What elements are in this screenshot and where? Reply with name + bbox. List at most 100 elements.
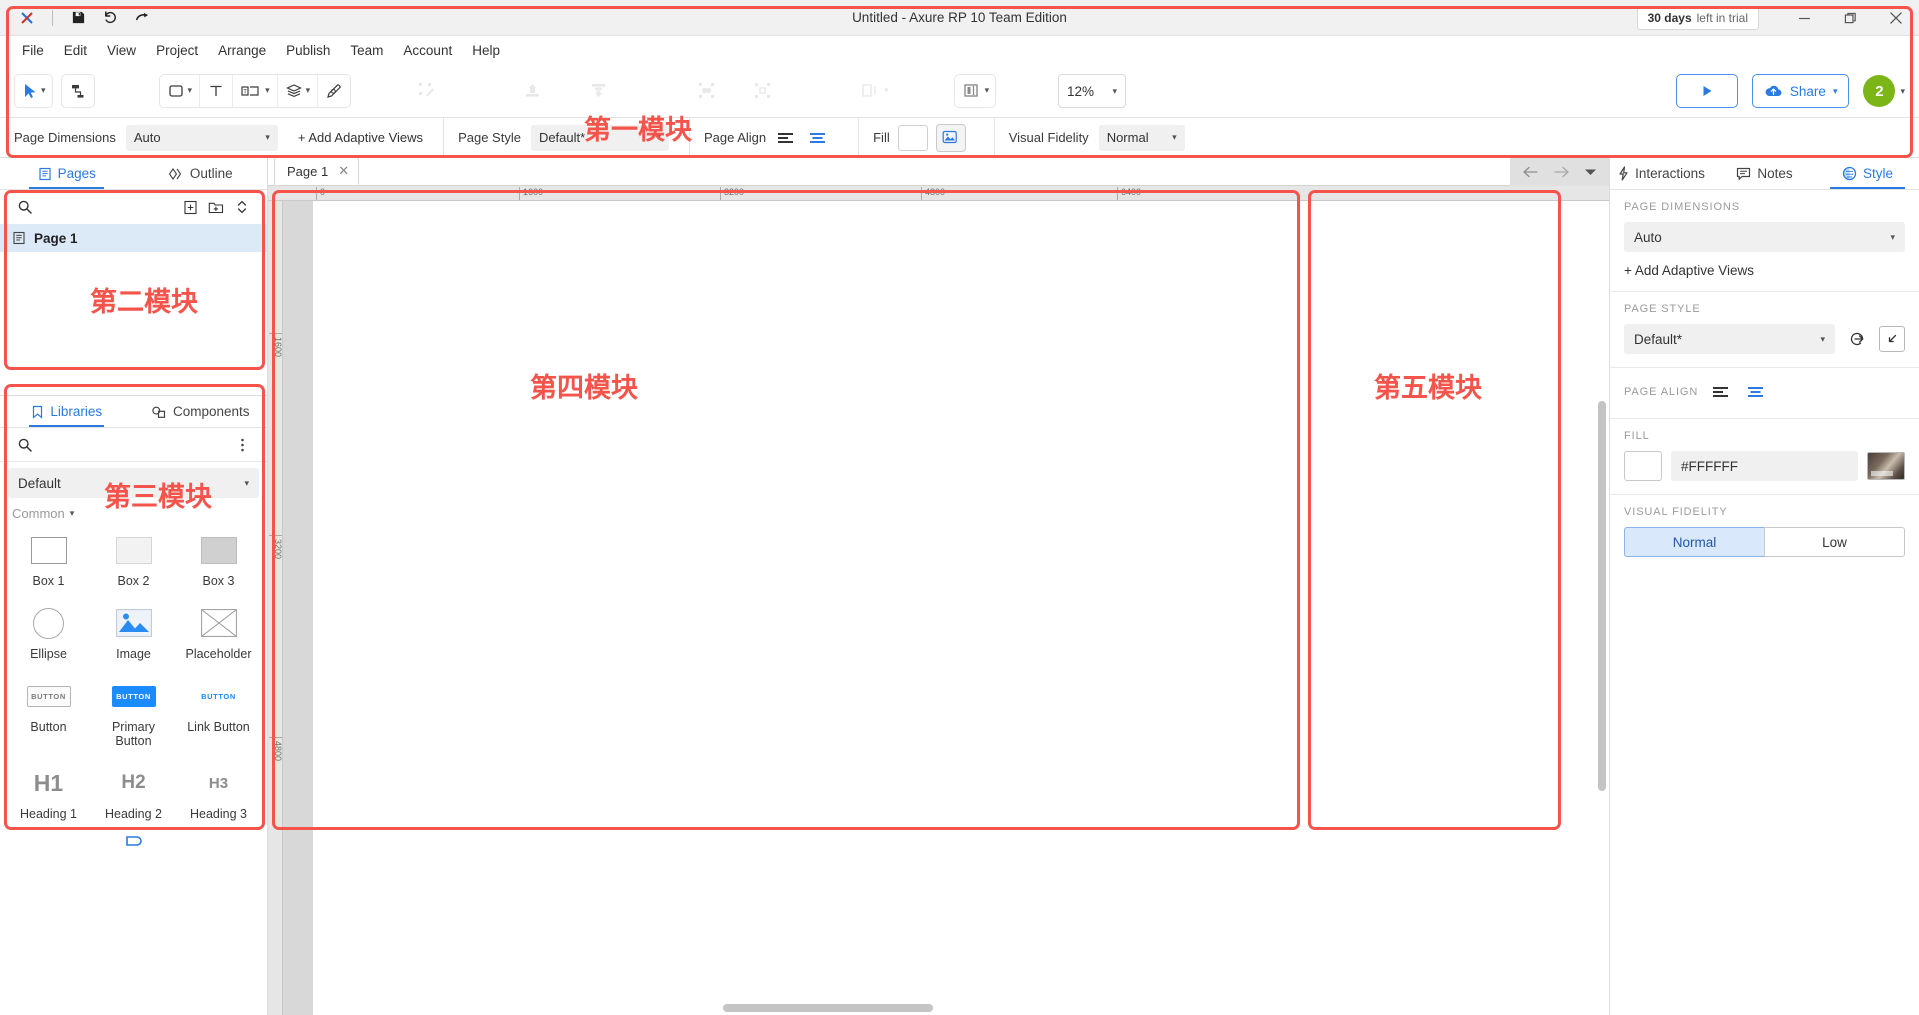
widget-button[interactable]: BUTTON Button [6, 671, 91, 754]
chevron-down-icon[interactable]: ▾ [985, 86, 990, 95]
align-top-tool-button[interactable] [515, 73, 550, 108]
fill-hex-input[interactable]: #FFFFFF [1671, 451, 1858, 481]
widget-box-2[interactable]: Box 2 [91, 525, 176, 594]
chevron-down-icon[interactable]: ▾ [1833, 86, 1838, 96]
menu-edit[interactable]: Edit [54, 39, 97, 62]
add-folder-icon[interactable] [203, 195, 229, 219]
share-button[interactable]: Share ▾ [1751, 74, 1850, 108]
chevron-down-icon[interactable]: ▾ [656, 133, 661, 142]
pen-tool-button[interactable] [318, 75, 350, 107]
library-select[interactable]: Default ▾ [8, 468, 259, 498]
align-left-icon[interactable] [1707, 379, 1733, 405]
menu-team[interactable]: Team [340, 39, 393, 62]
menu-view[interactable]: View [97, 39, 146, 62]
account-menu[interactable]: 2 ▾ [1863, 75, 1905, 107]
tab-libraries[interactable]: Libraries [0, 396, 134, 427]
chevron-down-icon[interactable]: ▾ [265, 86, 270, 95]
widget-heading-2[interactable]: H2 Heading 2 [91, 758, 176, 827]
tab-style[interactable]: Style [1816, 158, 1919, 189]
menu-publish[interactable]: Publish [276, 39, 340, 62]
menu-account[interactable]: Account [393, 39, 462, 62]
list-item[interactable]: Page 1 [0, 224, 267, 252]
widget-box-1[interactable]: Box 1 [6, 525, 91, 594]
group-tool-button[interactable] [689, 73, 724, 108]
menu-file[interactable]: File [12, 39, 54, 62]
undo-icon[interactable] [95, 5, 125, 31]
nav-forward-icon[interactable] [1553, 166, 1570, 178]
save-icon[interactable] [63, 5, 93, 31]
chevron-down-icon[interactable]: ▾ [244, 478, 249, 488]
form-field-tool-button[interactable]: T ▾ [233, 74, 278, 107]
canvas-page-surface[interactable] [313, 201, 1609, 1015]
menu-help[interactable]: Help [462, 39, 510, 62]
page-dimensions-select[interactable]: Auto ▾ [1624, 222, 1905, 252]
menu-arrange[interactable]: Arrange [208, 39, 276, 62]
close-button[interactable] [1873, 0, 1919, 36]
maximize-button[interactable] [1827, 0, 1873, 36]
chevron-down-icon[interactable]: ▾ [1820, 334, 1825, 344]
preview-button[interactable] [1675, 74, 1738, 108]
align-center-icon[interactable] [1742, 379, 1768, 405]
chevron-down-icon[interactable]: ▾ [306, 86, 311, 95]
avatar[interactable]: 2 [1863, 75, 1896, 107]
widget-image[interactable]: Image [91, 598, 176, 667]
align-bottom-tool-button[interactable] [581, 73, 616, 108]
tab-notes[interactable]: Notes [1713, 158, 1816, 189]
axure-logo-icon[interactable] [12, 5, 42, 31]
connector-tool-button[interactable] [60, 73, 95, 108]
shape-tool-button[interactable]: ▾ [160, 74, 201, 107]
more-options-icon[interactable] [229, 433, 255, 457]
chevron-down-icon[interactable]: ▾ [1112, 86, 1117, 96]
fill-image-icon[interactable] [935, 123, 966, 152]
fidelity-option-low[interactable]: Low [1764, 527, 1905, 557]
trial-badge[interactable]: 30 days left in trial [1636, 6, 1759, 30]
spacing-tool-button[interactable]: ▾ [953, 73, 997, 108]
add-page-icon[interactable] [177, 195, 203, 219]
chevron-down-icon[interactable]: ▾ [1172, 133, 1177, 142]
widget-ellipse[interactable]: Ellipse [6, 598, 91, 667]
widget-heading-1[interactable]: H1 Heading 1 [6, 758, 91, 827]
pick-style-icon[interactable] [1879, 326, 1905, 352]
select-tool-button[interactable]: ▾ [14, 73, 53, 108]
chevron-down-icon[interactable]: ▾ [70, 509, 75, 518]
canvas-vertical-scrollbar[interactable] [1598, 401, 1606, 791]
zoom-level-select[interactable]: 12% ▾ [1058, 74, 1126, 108]
chevron-down-icon[interactable]: ▾ [1890, 232, 1895, 242]
visual-fidelity-select[interactable]: Normal ▾ [1098, 124, 1185, 151]
distribute-tool-button[interactable]: ▾ [853, 73, 896, 108]
fill-color-swatch[interactable] [1624, 451, 1662, 481]
widget-placeholder[interactable]: Placeholder [176, 598, 261, 667]
page-style-select[interactable]: Default* ▾ [1624, 324, 1835, 354]
minimize-button[interactable] [1781, 0, 1827, 36]
chevron-down-icon[interactable]: ▾ [884, 86, 889, 95]
text-tool-button[interactable] [200, 74, 234, 107]
ungroup-tool-button[interactable] [745, 73, 780, 108]
nav-back-icon[interactable] [1522, 166, 1539, 178]
tab-interactions[interactable]: Interactions [1610, 158, 1713, 189]
chevron-down-icon[interactable]: ▾ [265, 133, 270, 142]
chevron-down-icon[interactable]: ▾ [188, 86, 193, 95]
chevron-down-icon[interactable]: ▾ [41, 86, 46, 95]
transform-tool-button[interactable] [409, 73, 444, 108]
align-center-icon[interactable] [804, 125, 830, 151]
canvas-horizontal-scrollbar[interactable] [723, 1004, 933, 1012]
add-adaptive-views-link[interactable]: + Add Adaptive Views [1624, 263, 1754, 278]
fidelity-option-normal[interactable]: Normal [1624, 527, 1764, 557]
document-tab[interactable]: Page 1 ✕ [274, 157, 360, 185]
align-left-icon[interactable] [772, 125, 798, 151]
fill-color-swatch[interactable] [897, 124, 928, 151]
expand-collapse-icon[interactable] [229, 195, 255, 219]
tab-pages[interactable]: Pages [0, 158, 134, 189]
library-group-header[interactable]: Common ▾ [0, 498, 267, 525]
close-tab-icon[interactable]: ✕ [338, 163, 349, 179]
chevron-down-icon[interactable]: ▾ [1900, 86, 1905, 96]
search-icon[interactable] [12, 195, 38, 219]
apply-style-icon[interactable] [1844, 326, 1870, 352]
search-icon[interactable] [12, 433, 38, 457]
page-style-select[interactable]: Default* ▾ [530, 124, 669, 151]
widget-primary-button[interactable]: BUTTON Primary Button [91, 671, 176, 754]
add-adaptive-views-link[interactable]: + Add Adaptive Views [298, 130, 423, 145]
redo-icon[interactable] [127, 5, 157, 31]
widget-heading-3[interactable]: H3 Heading 3 [176, 758, 261, 827]
tab-components[interactable]: Components [134, 396, 268, 427]
